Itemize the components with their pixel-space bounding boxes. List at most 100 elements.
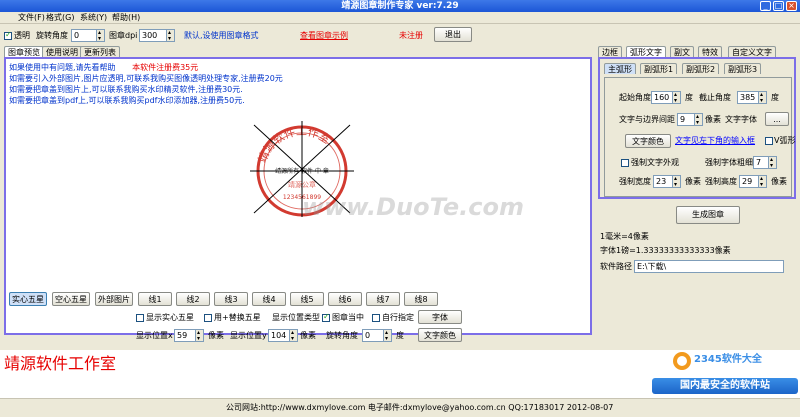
- end-angle-label: 截止角度: [699, 93, 731, 102]
- company-title-text: 靖源软件工作室: [4, 354, 117, 373]
- hollow-star-button[interactable]: 空心五星: [52, 292, 90, 306]
- window-title: 靖源图章制作专家 ver:7.29: [341, 1, 459, 11]
- custom-checkbox[interactable]: [372, 314, 380, 322]
- solid-star-button[interactable]: 实心五星: [9, 292, 47, 306]
- line6-button[interactable]: 线6: [328, 292, 362, 306]
- line1-button[interactable]: 线1: [138, 292, 172, 306]
- brand-logo-icon: [673, 352, 691, 370]
- pos-x-label: 显示位置x: [136, 331, 173, 340]
- pos-y-input[interactable]: 104: [268, 327, 298, 344]
- rotate-label: 旋转角度: [36, 31, 68, 40]
- tab-subtext[interactable]: 副文: [670, 46, 694, 57]
- force-height-input[interactable]: 29: [739, 173, 767, 190]
- position-type-label: 显示位置类型: [272, 313, 320, 322]
- tab-custom-text[interactable]: 自定义文字: [728, 46, 776, 57]
- title-bar: 靖源图章制作专家 ver:7.29 _ □ ×: [0, 0, 800, 12]
- force-height-label: 强制高度: [705, 177, 737, 186]
- rotate-input[interactable]: 0: [71, 27, 105, 44]
- force-bold-label: 强制字体粗细: [705, 158, 753, 167]
- tab-effects[interactable]: 特效: [698, 46, 722, 57]
- input-hint-link[interactable]: 文字见左下角的输入框: [675, 135, 755, 147]
- pos-y-label: 显示位置y: [230, 331, 267, 340]
- star-font-button[interactable]: 字体: [418, 310, 462, 324]
- exit-button[interactable]: 退出: [434, 27, 472, 42]
- arc-color-button[interactable]: 文字颜色: [625, 134, 671, 148]
- force-width-unit: 像素: [685, 177, 701, 186]
- replace-star-label: 用+替换五星: [214, 313, 261, 322]
- tab-usage[interactable]: 使用说明: [42, 46, 82, 57]
- transparent-checkbox[interactable]: [4, 30, 12, 40]
- show-star-checkbox[interactable]: [136, 314, 144, 322]
- start-angle-unit: 度: [685, 93, 693, 102]
- line4-button[interactable]: 线4: [252, 292, 286, 306]
- mm-conversion-text: 1毫米=4像素: [600, 232, 649, 241]
- generate-stamp-button[interactable]: 生成图章: [676, 206, 740, 224]
- default-format-text: 默认,设使用图章格式: [184, 31, 259, 40]
- line7-button[interactable]: 线7: [366, 292, 400, 306]
- close-button[interactable]: ×: [786, 1, 797, 11]
- v-arc-label: V弧形: [774, 136, 796, 145]
- start-angle-input[interactable]: 160: [651, 89, 681, 106]
- force-width-input[interactable]: 23: [653, 173, 681, 190]
- right-tab-strip: 边框 弧形文字 副文 特效 自定义文字: [598, 46, 798, 57]
- border-spacing-input[interactable]: 9: [677, 111, 703, 128]
- line2-button[interactable]: 线2: [176, 292, 210, 306]
- maximize-button[interactable]: □: [773, 1, 784, 11]
- tab-arc-text[interactable]: 弧形文字: [626, 46, 666, 57]
- show-star-label: 显示实心五星: [146, 313, 194, 322]
- brand-logo-text: 2345软件大全: [694, 354, 762, 365]
- v-arc-checkbox[interactable]: [765, 137, 773, 145]
- arc-text-panel: 主弧形 副弧形1 副弧形2 副弧形3 起始角度 160 度 截止角度 385 度…: [598, 57, 796, 199]
- transparent-label: 透明: [14, 31, 30, 40]
- tab-sub-arc1[interactable]: 副弧形1: [640, 63, 678, 74]
- arc-sub-tab-strip: 主弧形 副弧形1 副弧形2 副弧形3: [604, 63, 794, 75]
- info-line-4: 如需要把章盖到pdf上,可以联系我购买pdf水印添加器,注册费50元.: [9, 96, 245, 105]
- pos-x-input[interactable]: 59: [174, 327, 204, 344]
- view-samples-link[interactable]: 查看图章示例: [300, 30, 348, 42]
- line8-button[interactable]: 线8: [404, 292, 438, 306]
- border-spacing-unit: 像素: [705, 115, 721, 124]
- custom-label: 自行指定: [382, 313, 414, 322]
- line5-button[interactable]: 线5: [290, 292, 324, 306]
- tab-stamp-preview[interactable]: 图章预览: [4, 46, 44, 57]
- preview-panel: 如果使用中有问题,请先看帮助 本软件注册费35元 如需要引入外部图片,图片应透明…: [4, 57, 592, 335]
- pos-y-unit: 像素: [300, 331, 316, 340]
- minimize-button[interactable]: _: [760, 1, 771, 11]
- tab-updates[interactable]: 更新列表: [80, 46, 120, 57]
- arc-font-button[interactable]: ...: [765, 112, 789, 126]
- external-image-button[interactable]: 外部图片: [95, 292, 133, 306]
- menu-bar: 文件(F) 格式(G) 系统(Y) 帮助(H): [0, 12, 800, 24]
- tab-main-arc[interactable]: 主弧形: [604, 63, 636, 74]
- tab-sub-arc3[interactable]: 副弧形3: [724, 63, 762, 74]
- menu-file[interactable]: 文件(F): [18, 12, 45, 24]
- brand-slogan: 国内最安全的软件站: [652, 378, 798, 394]
- tab-sub-arc2[interactable]: 副弧形2: [682, 63, 720, 74]
- arc-settings-box: 起始角度 160 度 截止角度 385 度 文字与边界间距 9 像素 文字字体 …: [604, 77, 796, 197]
- replace-star-checkbox[interactable]: [204, 314, 212, 322]
- brand-logo: 2345软件大全: [672, 350, 798, 372]
- star-rotate-input[interactable]: 0: [362, 327, 392, 344]
- force-width-label: 强制宽度: [619, 177, 651, 186]
- end-angle-unit: 度: [771, 93, 779, 102]
- menu-format[interactable]: 格式(G): [46, 12, 74, 24]
- stamp-center-checkbox[interactable]: [322, 312, 330, 322]
- force-style-label: 强制文字外观: [631, 158, 679, 167]
- force-height-unit: 像素: [771, 177, 787, 186]
- start-angle-label: 起始角度: [619, 93, 651, 102]
- dpi-label: 图章dpi: [109, 31, 138, 40]
- arc-font-label: 文字字体: [725, 115, 757, 124]
- dpi-input[interactable]: 300: [139, 27, 175, 44]
- path-input[interactable]: E:\下载\: [634, 260, 784, 273]
- force-style-checkbox[interactable]: [621, 159, 629, 167]
- end-angle-input[interactable]: 385: [737, 89, 767, 106]
- font-size-conversion-text: 字体1磅=1.33333333333333像素: [600, 246, 731, 255]
- menu-system[interactable]: 系统(Y): [80, 12, 107, 24]
- menu-help[interactable]: 帮助(H): [112, 12, 140, 24]
- line3-button[interactable]: 线3: [214, 292, 248, 306]
- star-controls: 显示实心五星 用+替换五星 显示位置类型 图章当中 自行指定 字体 显示位置x …: [132, 310, 462, 345]
- path-label: 软件路径: [600, 262, 632, 271]
- force-bold-input[interactable]: 7: [753, 154, 777, 171]
- tab-border[interactable]: 边框: [598, 46, 622, 57]
- status-bar: 公司网站:http://www.dxmylove.com 电子邮件:dxmylo…: [0, 398, 800, 417]
- star-text-color-button[interactable]: 文字颜色: [418, 328, 462, 342]
